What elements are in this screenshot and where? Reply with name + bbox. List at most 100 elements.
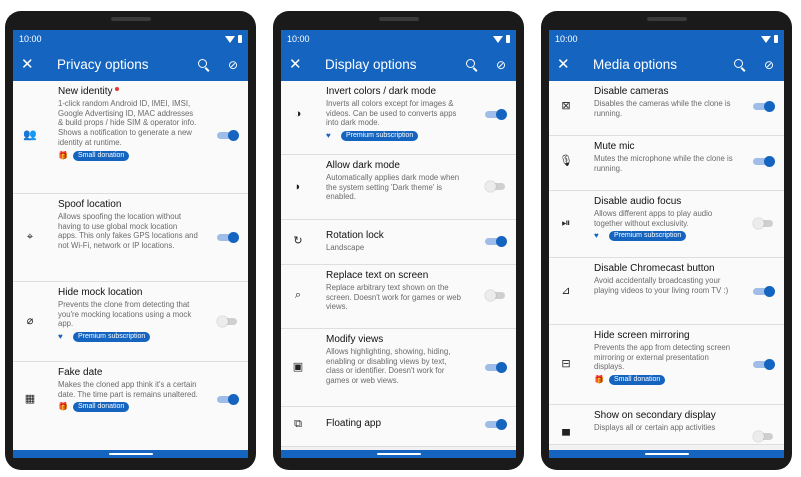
close-icon[interactable]: ✕ [557,57,579,72]
close-icon[interactable]: ✕ [289,57,311,72]
contrast-icon: ◑ [294,108,302,120]
toggle-switch[interactable] [485,181,507,192]
option-title: Show on secondary display [594,410,716,421]
toggle-switch[interactable] [753,218,775,229]
option-title: Invert colors / dark mode [326,86,437,97]
search-icon[interactable] [197,58,210,71]
option-title: Allow dark mode [326,160,400,171]
option-modify-views[interactable]: ▣ Modify views Allows highlighting, show… [281,329,516,407]
home-gesture-pill[interactable] [376,453,421,455]
screen-display-options: 10:00 ✕ Display options ⊘ ◑ Invert color… [281,30,516,458]
option-title: Hide mock location [58,287,143,298]
option-invert-colors[interactable]: ◑ Invert colors / dark mode Inverts all … [281,81,516,155]
toggle-switch[interactable] [217,394,239,405]
toggle-switch[interactable] [217,130,239,141]
option-title: Spoof location [58,199,122,210]
app-bar: ✕ Display options ⊘ [281,48,516,81]
option-new-identity[interactable]: 👥 New identity 1-click random Android ID… [13,81,248,194]
toggle-switch[interactable] [753,286,775,297]
battery-icon [238,35,242,43]
wifi-icon [493,35,503,43]
search-icon[interactable] [465,58,478,71]
new-indicator-dot [115,87,120,91]
option-title: Replace text on screen [326,270,429,281]
option-floating-app[interactable]: ⧉ Floating app [281,407,516,447]
toggle-switch[interactable] [485,109,507,120]
location-off-icon: ⌀ [26,315,34,327]
option-allow-dark-mode[interactable]: ◗ Allow dark mode Automatically applies … [281,155,516,220]
option-replace-text[interactable]: ⌕ Replace text on screen Replace arbitra… [281,265,516,329]
phone-privacy: 10:00 ✕ Privacy options ⊘ 👥 New identity… [5,11,256,470]
navigation-bar [13,450,248,458]
screen-rotation-icon: ↻ [293,235,303,247]
option-rotation-lock[interactable]: ↻ Rotation lock Landscape [281,220,516,265]
toggle-switch[interactable] [485,290,507,301]
filter-off-icon[interactable]: ⊘ [764,59,774,71]
premium-badge: Premium subscription [73,332,151,343]
option-description: Disables the cameras while the clone is … [594,99,731,118]
screen-privacy-options: 10:00 ✕ Privacy options ⊘ 👥 New identity… [13,30,248,458]
option-title: Fake date [58,367,103,378]
toggle-switch[interactable] [485,419,507,430]
options-list: ⊠ Disable cameras Disables the cameras w… [549,81,784,445]
option-title: Disable cameras [594,86,669,97]
view-edit-icon: ▣ [292,361,304,373]
options-list: ◑ Invert colors / dark mode Inverts all … [281,81,516,447]
toggle-switch[interactable] [217,232,239,243]
premium-badge: Premium subscription [341,131,419,142]
option-disable-audio-focus[interactable]: ⏯ Disable audio focus Allows different a… [549,191,784,258]
donation-badge: Small donation [609,375,666,386]
option-disable-chromecast[interactable]: ⊿ Disable Chromecast button Avoid accide… [549,258,784,325]
toggle-switch[interactable] [753,101,775,112]
option-description: Mutes the microphone while the clone is … [594,154,733,173]
option-description: Landscape [326,243,365,252]
home-gesture-pill[interactable] [108,453,153,455]
status-time: 10:00 [287,34,310,44]
option-description: 1-click random Android ID, IMEI, IMSI, G… [58,99,197,147]
find-replace-icon: ⌕ [294,289,302,301]
option-description: Inverts all colors except for images & v… [326,99,457,128]
wifi-icon [225,35,235,43]
option-hide-mock-location[interactable]: ⌀ Hide mock location Prevents the clone … [13,282,248,362]
camera-off-icon: ⊠ [561,100,571,112]
navigation-bar [549,450,784,458]
option-title: Hide screen mirroring [594,330,690,341]
option-description: Automatically applies dark mode when the… [326,173,460,202]
search-icon[interactable] [733,58,746,71]
toggle-switch[interactable] [753,431,775,442]
page-title: Display options [325,57,417,72]
option-disable-cameras[interactable]: ⊠ Disable cameras Disables the cameras w… [549,81,784,136]
option-mute-mic[interactable]: 🎙 Mute mic Mutes the microphone while th… [549,136,784,191]
toggle-switch[interactable] [217,316,239,327]
heart-icon: ♥ [326,131,331,141]
option-spoof-location[interactable]: ⌖ Spoof location Allows spoofing the loc… [13,194,248,282]
option-hide-screen-mirroring[interactable]: ⊟ Hide screen mirroring Prevents the app… [549,325,784,405]
cast-off-icon: ⊿ [561,285,571,297]
toggle-switch[interactable] [753,156,775,167]
donation-badge: Small donation [73,150,130,161]
option-show-on-secondary-display[interactable]: ▀ Show on secondary display Displays all… [549,405,784,445]
toggle-switch[interactable] [485,362,507,373]
filter-off-icon[interactable]: ⊘ [228,59,238,71]
toggle-switch[interactable] [485,236,507,247]
premium-badge: Premium subscription [609,231,687,242]
filter-off-icon[interactable]: ⊘ [496,59,506,71]
gift-icon: 🎁 [58,402,68,412]
navigation-bar [281,450,516,458]
status-bar: 10:00 [549,30,784,48]
phone-media: 10:00 ✕ Media options ⊘ ⊠ Disable camera… [541,11,792,470]
option-description: Allows highlighting, showing, hiding, en… [326,347,451,386]
option-fake-date[interactable]: ▦ Fake date Makes the cloned app think i… [13,362,248,452]
close-icon[interactable]: ✕ [21,57,43,72]
home-gesture-pill[interactable] [644,453,689,455]
status-time: 10:00 [555,34,578,44]
option-description: Replace arbitrary text shown on the scre… [326,283,461,312]
option-description: Avoid accidentally broadcasting your pla… [594,276,729,295]
status-time: 10:00 [19,34,42,44]
play-pause-icon: ⏯ [561,217,571,229]
mic-off-icon: 🎙 [559,155,573,167]
option-description: Allows different apps to play audio toge… [594,209,713,228]
toggle-switch[interactable] [753,359,775,370]
option-title: Floating app [326,418,382,429]
page-title: Media options [593,57,678,72]
